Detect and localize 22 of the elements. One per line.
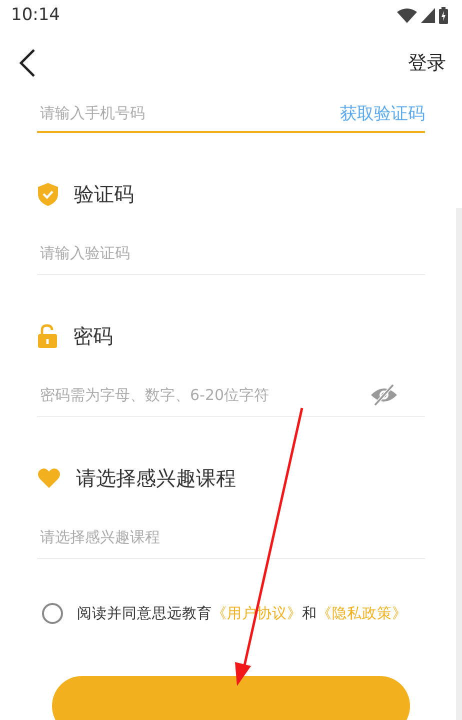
code-input-field[interactable]: 请输入验证码	[37, 244, 425, 262]
login-submit-button[interactable]	[52, 676, 410, 720]
login-link[interactable]: 登录	[408, 50, 446, 76]
section-title: 验证码	[74, 180, 134, 208]
status-time: 10:14	[11, 5, 60, 25]
unlocked-padlock-icon	[38, 324, 57, 348]
section-title: 密码	[73, 322, 113, 350]
shield-check-icon	[38, 182, 58, 206]
policy-link[interactable]: 《用户协议》	[212, 606, 302, 622]
signal-icon	[421, 8, 435, 22]
password-input-field[interactable]: 密码需为字母、数字、6-20位字符	[37, 386, 370, 404]
course-select-field[interactable]: 请选择感兴趣课程	[37, 528, 425, 546]
eye-slash-icon[interactable]	[370, 384, 398, 406]
section-title: 请选择感兴趣课程	[76, 464, 236, 492]
wifi-icon	[397, 8, 417, 22]
policy-link[interactable]: 《隐私政策》	[317, 606, 407, 622]
battery-icon	[439, 6, 448, 24]
get-code-link[interactable]: 获取验证码	[340, 102, 425, 124]
heart-icon	[38, 468, 60, 488]
phone-input-field[interactable]: 请输入手机号码	[37, 104, 340, 122]
agreement-text: 阅读并同意思远教育《用户协议》和《隐私政策》	[77, 604, 407, 622]
agree-checkbox[interactable]	[42, 602, 63, 624]
